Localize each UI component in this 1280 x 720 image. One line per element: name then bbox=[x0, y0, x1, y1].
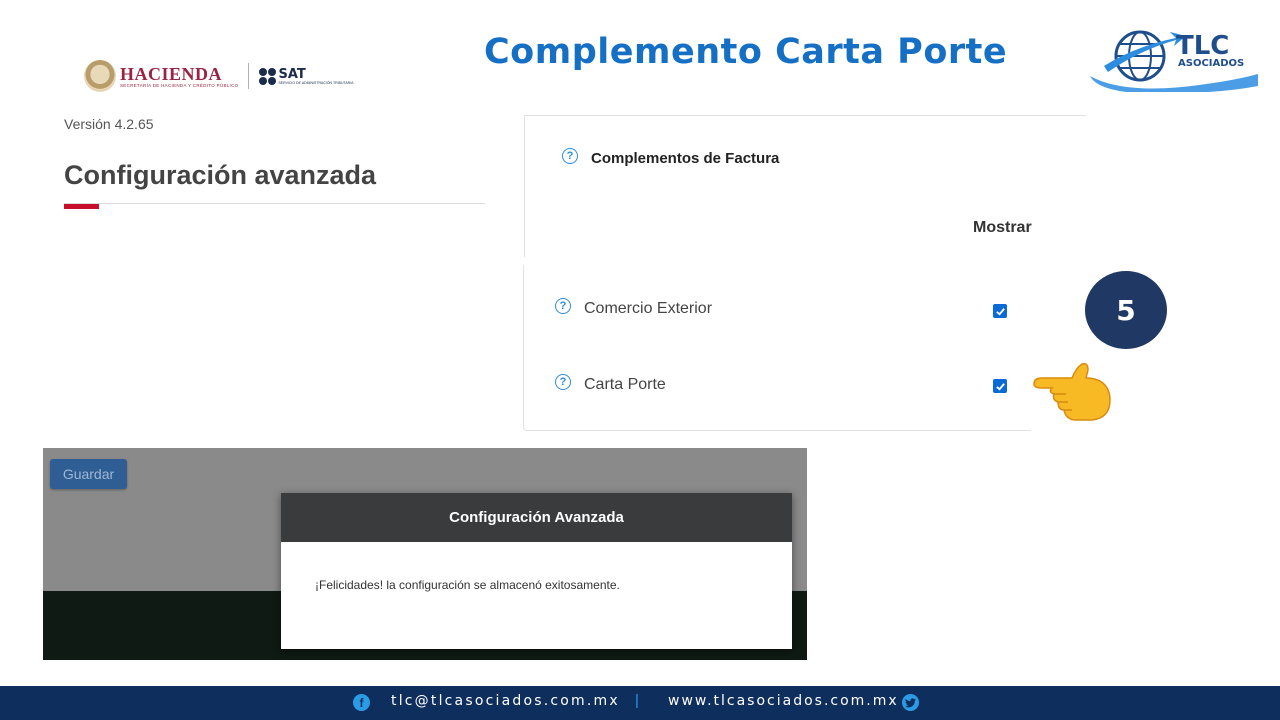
modal-title: Configuración Avanzada bbox=[281, 493, 792, 542]
guardar-button[interactable]: Guardar bbox=[50, 459, 127, 489]
sat-name: SAT bbox=[278, 66, 306, 82]
step-number-badge: 5 bbox=[1085, 271, 1167, 349]
carta-porte-checkbox[interactable] bbox=[993, 379, 1007, 393]
facebook-icon[interactable]: f bbox=[353, 694, 370, 711]
title-accent-bar bbox=[64, 204, 99, 209]
footer-separator: | bbox=[635, 692, 639, 709]
checkbox-checked-icon bbox=[995, 307, 1005, 316]
help-circle-icon[interactable]: ? bbox=[555, 374, 571, 390]
hacienda-emblem-icon bbox=[84, 60, 116, 92]
footer-email[interactable]: tlc@tlcasociados.com.mx bbox=[391, 693, 620, 709]
logo-divider bbox=[248, 63, 250, 89]
footer-website[interactable]: www.tlcasociados.com.mx bbox=[668, 693, 899, 709]
title-divider bbox=[64, 203, 485, 204]
hacienda-subtitle: SECRETARÍA DE HACIENDA Y CRÉDITO PÚBLICO bbox=[120, 82, 239, 88]
hacienda-sat-logo: HACIENDA SECRETARÍA DE HACIENDA Y CRÉDIT… bbox=[84, 60, 354, 92]
slide-title: Complemento Carta Porte bbox=[484, 32, 1008, 72]
row-label-carta-porte: Carta Porte bbox=[584, 376, 666, 393]
version-label: Versión 4.2.65 bbox=[64, 116, 154, 132]
save-confirmation-screenshot: Guardar Configuración Avanzada ¡Felicida… bbox=[43, 448, 807, 660]
pointing-hand-icon bbox=[1033, 362, 1111, 421]
checkbox-checked-icon bbox=[995, 382, 1005, 391]
tlc-asociados-logo: TLC ASOCIADOS bbox=[1090, 30, 1258, 92]
svg-text:ASOCIADOS: ASOCIADOS bbox=[1178, 58, 1244, 69]
help-circle-icon[interactable]: ? bbox=[555, 298, 571, 314]
complements-panel-body-box bbox=[523, 265, 1031, 431]
help-circle-icon[interactable]: ? bbox=[562, 148, 578, 164]
row-label-comercio-exterior: Comercio Exterior bbox=[584, 300, 713, 317]
column-header-mostrar: Mostrar bbox=[973, 219, 1032, 236]
twitter-icon[interactable] bbox=[902, 694, 919, 711]
panel-title: Complementos de Factura bbox=[591, 150, 780, 167]
sat-dots-icon bbox=[259, 67, 277, 85]
comercio-exterior-checkbox[interactable] bbox=[993, 304, 1007, 318]
sat-subtitle: SERVICIO DE ADMINISTRACIÓN TRIBUTARIA bbox=[278, 80, 354, 85]
modal-message: ¡Felicidades! la configuración se almace… bbox=[315, 578, 620, 592]
svg-text:TLC: TLC bbox=[1176, 31, 1229, 61]
sat-logo: SAT SERVICIO DE ADMINISTRACIÓN TRIBUTARI… bbox=[259, 66, 354, 85]
success-modal: Configuración Avanzada ¡Felicidades! la … bbox=[281, 493, 792, 649]
footer-bar: f tlc@tlcasociados.com.mx | www.tlcasoci… bbox=[0, 686, 1280, 720]
hacienda-name: HACIENDA bbox=[120, 63, 223, 84]
page-title: Configuración avanzada bbox=[64, 160, 377, 190]
